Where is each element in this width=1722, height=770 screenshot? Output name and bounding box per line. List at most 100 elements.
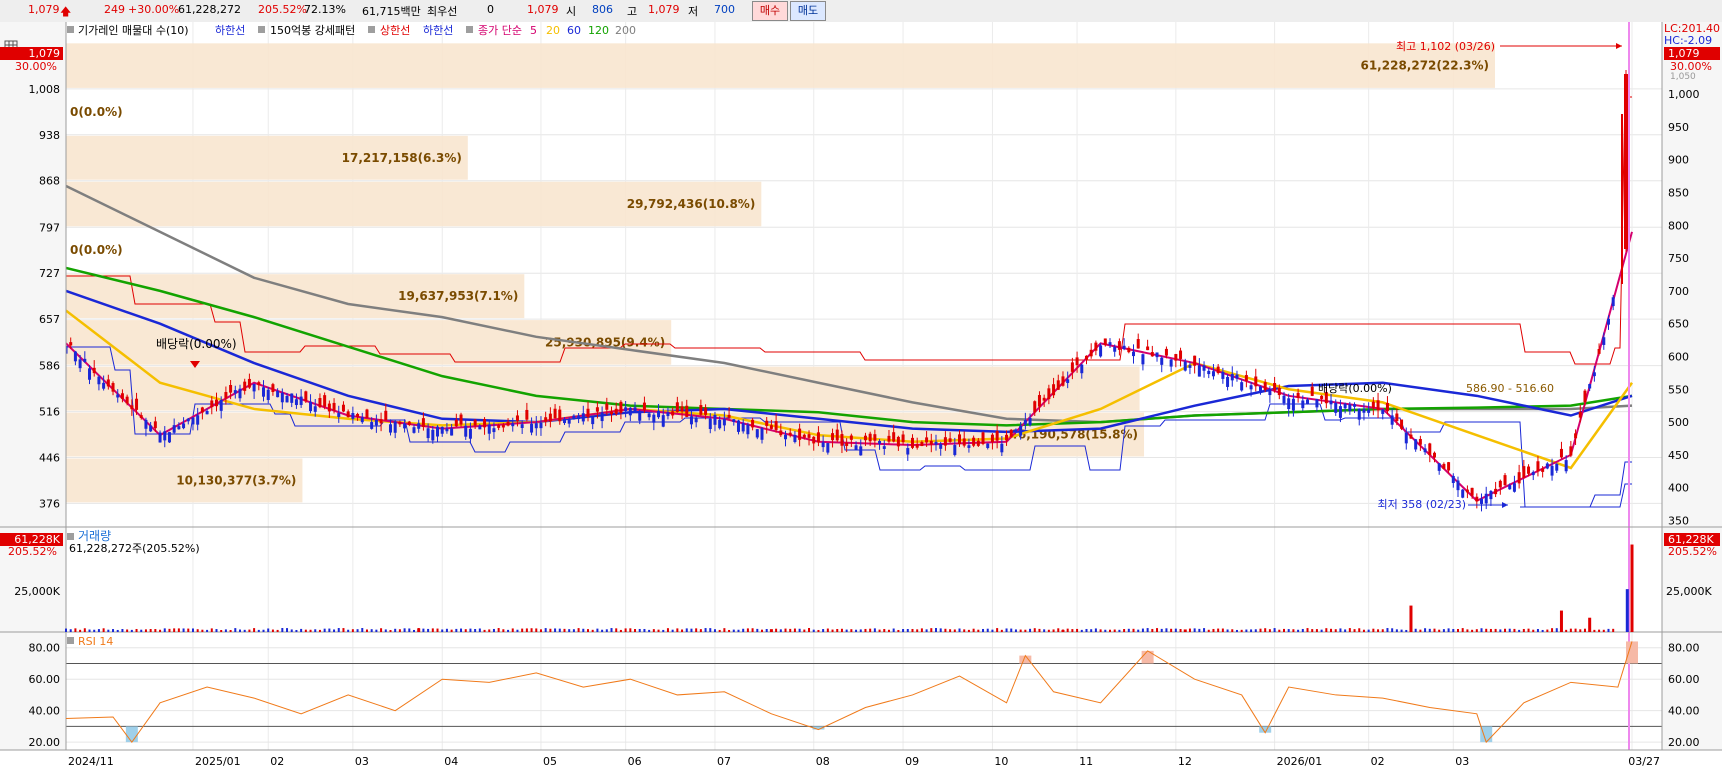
volume-bar bbox=[958, 628, 961, 632]
hc-value: HC:-2.09 bbox=[1664, 34, 1712, 47]
candle-body bbox=[1442, 463, 1446, 469]
candle-body bbox=[407, 421, 411, 425]
volume-bar bbox=[1522, 628, 1525, 632]
volume-bar bbox=[1146, 628, 1149, 632]
rsi-right-tick: 20.00 bbox=[1668, 736, 1700, 749]
volume-bar bbox=[525, 628, 528, 632]
candle-body bbox=[868, 433, 872, 442]
candle-body bbox=[990, 434, 994, 443]
candle-body bbox=[1197, 365, 1201, 377]
volume-bar bbox=[563, 628, 566, 632]
volume-bar bbox=[224, 629, 227, 632]
volume-bar bbox=[1400, 629, 1403, 632]
volume-bar bbox=[1461, 628, 1464, 632]
right-price-tick: 900 bbox=[1668, 154, 1689, 167]
volume-bar bbox=[761, 629, 763, 632]
volume-bar bbox=[558, 628, 561, 632]
candle-body bbox=[1230, 374, 1234, 381]
candle-body bbox=[196, 415, 200, 425]
candle-body bbox=[1009, 429, 1013, 437]
candle-body bbox=[501, 424, 505, 428]
volume-bar bbox=[187, 628, 190, 632]
volume-bar bbox=[577, 628, 580, 632]
volume-bar bbox=[497, 628, 500, 632]
candle-body bbox=[1334, 402, 1338, 413]
volume-bar bbox=[1297, 629, 1300, 632]
volume-bar bbox=[1250, 629, 1253, 632]
stock-chart[interactable]: 61,228,272(22.3%) 0(0.0%) 17,217,158(6.3%)… bbox=[0, 22, 1722, 770]
volume-bar bbox=[1527, 628, 1530, 632]
volume-bar bbox=[944, 628, 947, 632]
volume-bar bbox=[149, 629, 152, 632]
candle-body bbox=[1113, 346, 1117, 352]
time-tick-label: 2024/11 bbox=[68, 755, 114, 768]
volume-bar bbox=[239, 629, 241, 632]
volume-bar bbox=[1414, 628, 1417, 632]
candle-body bbox=[539, 422, 543, 429]
volume-bar bbox=[116, 629, 119, 632]
candle-body bbox=[722, 418, 726, 426]
candle-body bbox=[1428, 443, 1432, 455]
volume-bar bbox=[1076, 628, 1079, 632]
candle-body bbox=[741, 423, 745, 432]
volume-bar bbox=[154, 629, 157, 632]
left-price-tick: 586 bbox=[39, 360, 60, 373]
candle-body bbox=[1000, 443, 1004, 453]
volume-bar bbox=[1052, 629, 1055, 632]
candle-body bbox=[1052, 384, 1056, 396]
volume-bar bbox=[906, 629, 909, 632]
candle-body bbox=[454, 419, 458, 427]
volume-bar bbox=[756, 628, 759, 632]
volume-bar bbox=[1311, 629, 1314, 632]
volume-bar bbox=[474, 628, 477, 632]
volume-bar bbox=[568, 629, 571, 632]
lower-line-label: 하한선 bbox=[215, 23, 245, 37]
candle-body bbox=[915, 444, 919, 448]
volume-bar bbox=[878, 629, 881, 632]
candle-body bbox=[1536, 461, 1540, 472]
buy-button[interactable]: 매수 bbox=[752, 1, 788, 21]
ma-period-60: 60 bbox=[567, 24, 581, 37]
volume-bar bbox=[492, 628, 495, 632]
volume-bar bbox=[107, 629, 110, 632]
candle-body bbox=[624, 407, 628, 412]
time-tick-label: 07 bbox=[717, 755, 731, 768]
candle-body bbox=[1409, 434, 1413, 439]
volume-bar bbox=[1287, 629, 1290, 632]
candle-body bbox=[97, 376, 101, 385]
volume-bar bbox=[779, 629, 782, 632]
volume-bar bbox=[1598, 629, 1601, 632]
candle-body bbox=[116, 394, 120, 398]
candle-body bbox=[73, 351, 77, 362]
ma-label: 종가 단순 bbox=[478, 24, 522, 37]
candle-body bbox=[1174, 354, 1178, 361]
right-current-price: 1,079 bbox=[1668, 47, 1700, 60]
candle-body bbox=[765, 420, 769, 426]
volume-bar bbox=[840, 628, 843, 632]
volume-bar bbox=[1588, 617, 1592, 632]
candle-body bbox=[600, 412, 604, 422]
candle-body bbox=[1480, 498, 1484, 504]
candle-body bbox=[1183, 361, 1187, 371]
volume-bar bbox=[887, 629, 890, 632]
candle-body bbox=[1188, 365, 1192, 368]
volume-bar bbox=[464, 629, 467, 632]
rsi-title: RSI 14 bbox=[78, 635, 113, 648]
left-price-tick: 938 bbox=[39, 129, 60, 142]
rsi-left-tick: 60.00 bbox=[29, 673, 61, 686]
volume-bar bbox=[1536, 629, 1539, 632]
sell-button[interactable]: 매도 bbox=[790, 1, 826, 21]
volume-bar bbox=[1391, 628, 1394, 632]
candle-body bbox=[577, 415, 581, 420]
candle-body bbox=[614, 408, 618, 414]
candle-body bbox=[793, 434, 797, 442]
volume-bar bbox=[1010, 628, 1013, 632]
candle-body bbox=[1226, 376, 1230, 387]
candle-body bbox=[812, 436, 816, 444]
candle-body bbox=[1258, 386, 1262, 393]
candle-body bbox=[694, 418, 698, 423]
volume-bar bbox=[511, 628, 514, 632]
candle-body bbox=[1164, 348, 1168, 356]
volume-bar bbox=[1546, 629, 1549, 632]
volume-bar bbox=[549, 628, 552, 632]
